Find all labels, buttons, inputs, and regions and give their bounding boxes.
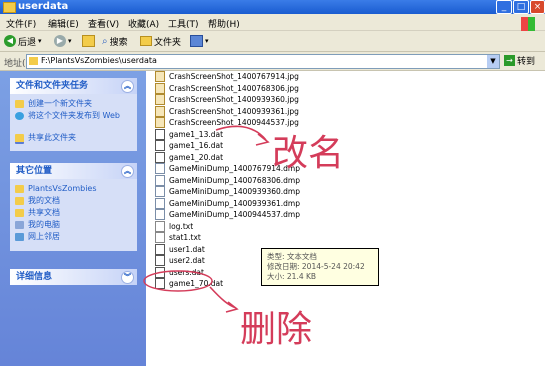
rename-annotation: 改名	[272, 133, 345, 174]
delete-arrow	[209, 286, 239, 313]
delete-annotation: 删除	[240, 309, 313, 350]
rename-arrow	[215, 125, 270, 146]
delete-circle	[143, 270, 213, 292]
